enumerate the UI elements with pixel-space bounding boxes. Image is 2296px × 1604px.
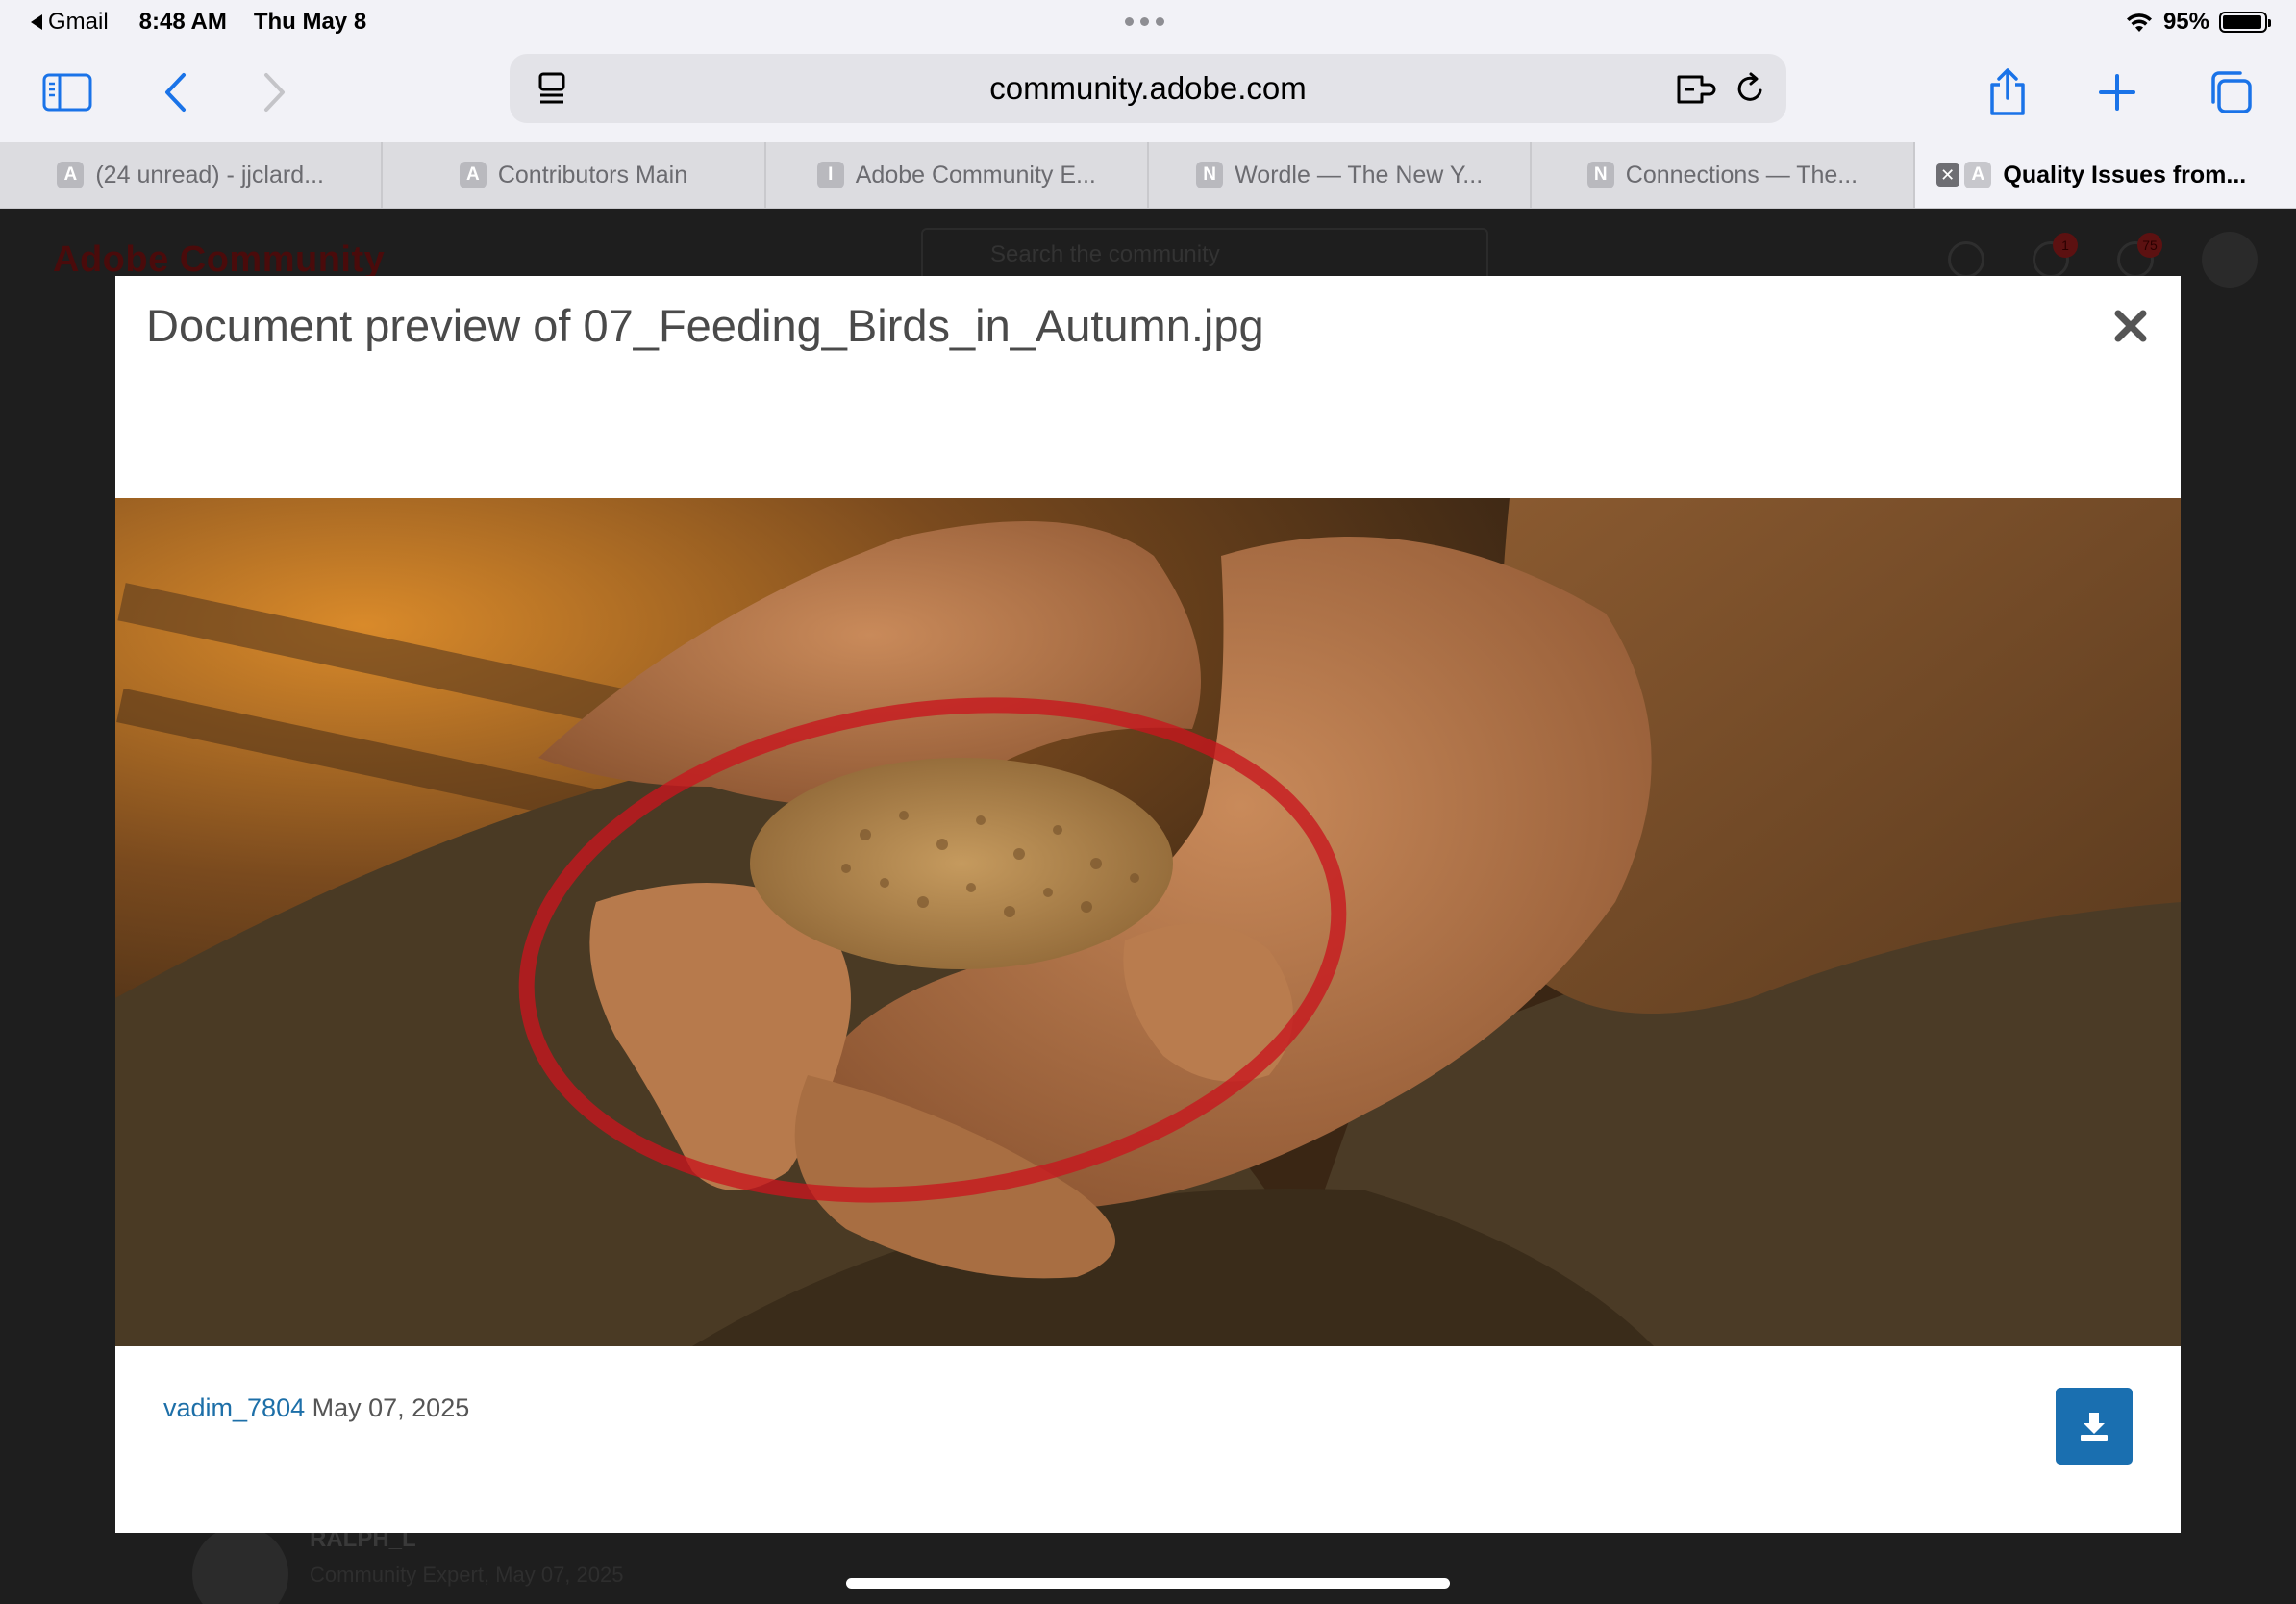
status-date: Thu May 8 <box>253 9 367 35</box>
document-preview-modal: Document preview of 07_Feeding_Birds_in_… <box>115 276 2181 1533</box>
download-button[interactable] <box>2056 1388 2133 1465</box>
mail-icon[interactable]: 1 <box>2033 233 2078 278</box>
share-icon <box>1990 68 2025 115</box>
status-bar: Gmail 8:48 AM Thu May 8 95% <box>0 0 2296 46</box>
tab-label: Wordle — The New Y... <box>1235 161 1484 188</box>
user-avatar[interactable] <box>2202 232 2258 288</box>
plus-icon <box>2099 74 2135 111</box>
tab-overview-button[interactable] <box>2202 63 2259 121</box>
page-menu-icon[interactable] <box>535 71 569 115</box>
mail-badge: 1 <box>2053 233 2078 258</box>
modal-title: Document preview of 07_Feeding_Birds_in_… <box>146 300 1264 351</box>
bell-icon[interactable]: 75 <box>2117 233 2162 278</box>
upload-date: May 07, 2025 <box>312 1393 470 1422</box>
tab-label: Quality Issues from... <box>2003 161 2247 188</box>
reload-icon[interactable] <box>1733 71 1767 115</box>
back-app-label: Gmail <box>48 9 109 35</box>
extension-icon[interactable] <box>1675 71 1717 115</box>
tabs-icon <box>2211 71 2252 113</box>
tab-label: (24 unread) - jjclard... <box>95 161 324 188</box>
multitasking-dots-icon[interactable] <box>1125 17 1164 26</box>
chevron-right-icon <box>264 73 285 112</box>
tab-favicon: N <box>1586 162 1614 188</box>
preview-image <box>115 498 2181 1346</box>
tab-favicon: N <box>1196 162 1224 188</box>
download-icon <box>2081 1413 2108 1441</box>
tab-gmail[interactable]: A (24 unread) - jjclard... <box>0 142 384 208</box>
notification-badge: 75 <box>2137 233 2162 258</box>
preview-meta: vadim_7804 May 07, 2025 <box>163 1393 469 1423</box>
back-button[interactable] <box>146 63 204 121</box>
uploader-link[interactable]: vadim_7804 <box>163 1393 305 1422</box>
tab-favicon: A <box>459 162 487 188</box>
community-search-input[interactable]: Search the community <box>921 228 1488 282</box>
globe-icon[interactable] <box>1948 241 1984 278</box>
tab-contributors-main[interactable]: A Contributors Main <box>383 142 766 208</box>
battery-icon <box>2219 12 2271 33</box>
tab-favicon: A <box>57 162 85 188</box>
tab-favicon: I <box>816 162 844 188</box>
status-time: 8:48 AM <box>138 9 227 35</box>
back-triangle-icon <box>31 14 42 30</box>
author-avatar[interactable] <box>192 1526 288 1604</box>
tab-adobe-community[interactable]: I Adobe Community E... <box>766 142 1149 208</box>
chevron-left-icon <box>165 73 186 112</box>
address-bar[interactable]: community.adobe.com <box>510 54 1786 123</box>
back-to-app-link[interactable]: Gmail <box>31 9 109 36</box>
tab-label: Connections — The... <box>1625 161 1859 188</box>
new-tab-button[interactable] <box>2088 63 2146 121</box>
tab-close-icon[interactable]: ✕ <box>1935 163 1959 187</box>
share-button[interactable] <box>1979 63 2036 121</box>
tab-quality-issues[interactable]: ✕ A Quality Issues from... <box>1914 142 2296 208</box>
tab-bar: A (24 unread) - jjclard... A Contributor… <box>0 142 2296 209</box>
tab-wordle[interactable]: N Wordle — The New Y... <box>1149 142 1533 208</box>
wifi-icon <box>2126 13 2152 32</box>
forward-button[interactable] <box>246 63 304 121</box>
tab-connections[interactable]: N Connections — The... <box>1532 142 1915 208</box>
browser-toolbar: community.adobe.com <box>0 46 2296 142</box>
tab-favicon: A <box>1964 162 1992 188</box>
url-text: community.adobe.com <box>989 70 1307 106</box>
site-logo[interactable]: Adobe Community <box>53 239 385 281</box>
battery-percent: 95% <box>2162 9 2209 35</box>
home-indicator[interactable] <box>846 1578 1450 1589</box>
tab-label: Contributors Main <box>497 161 688 188</box>
tab-label: Adobe Community E... <box>855 161 1096 188</box>
sidebar-toggle-icon[interactable] <box>38 63 96 121</box>
close-icon[interactable] <box>2109 305 2152 347</box>
author-meta: Community Expert, May 07, 2025 <box>310 1563 624 1587</box>
